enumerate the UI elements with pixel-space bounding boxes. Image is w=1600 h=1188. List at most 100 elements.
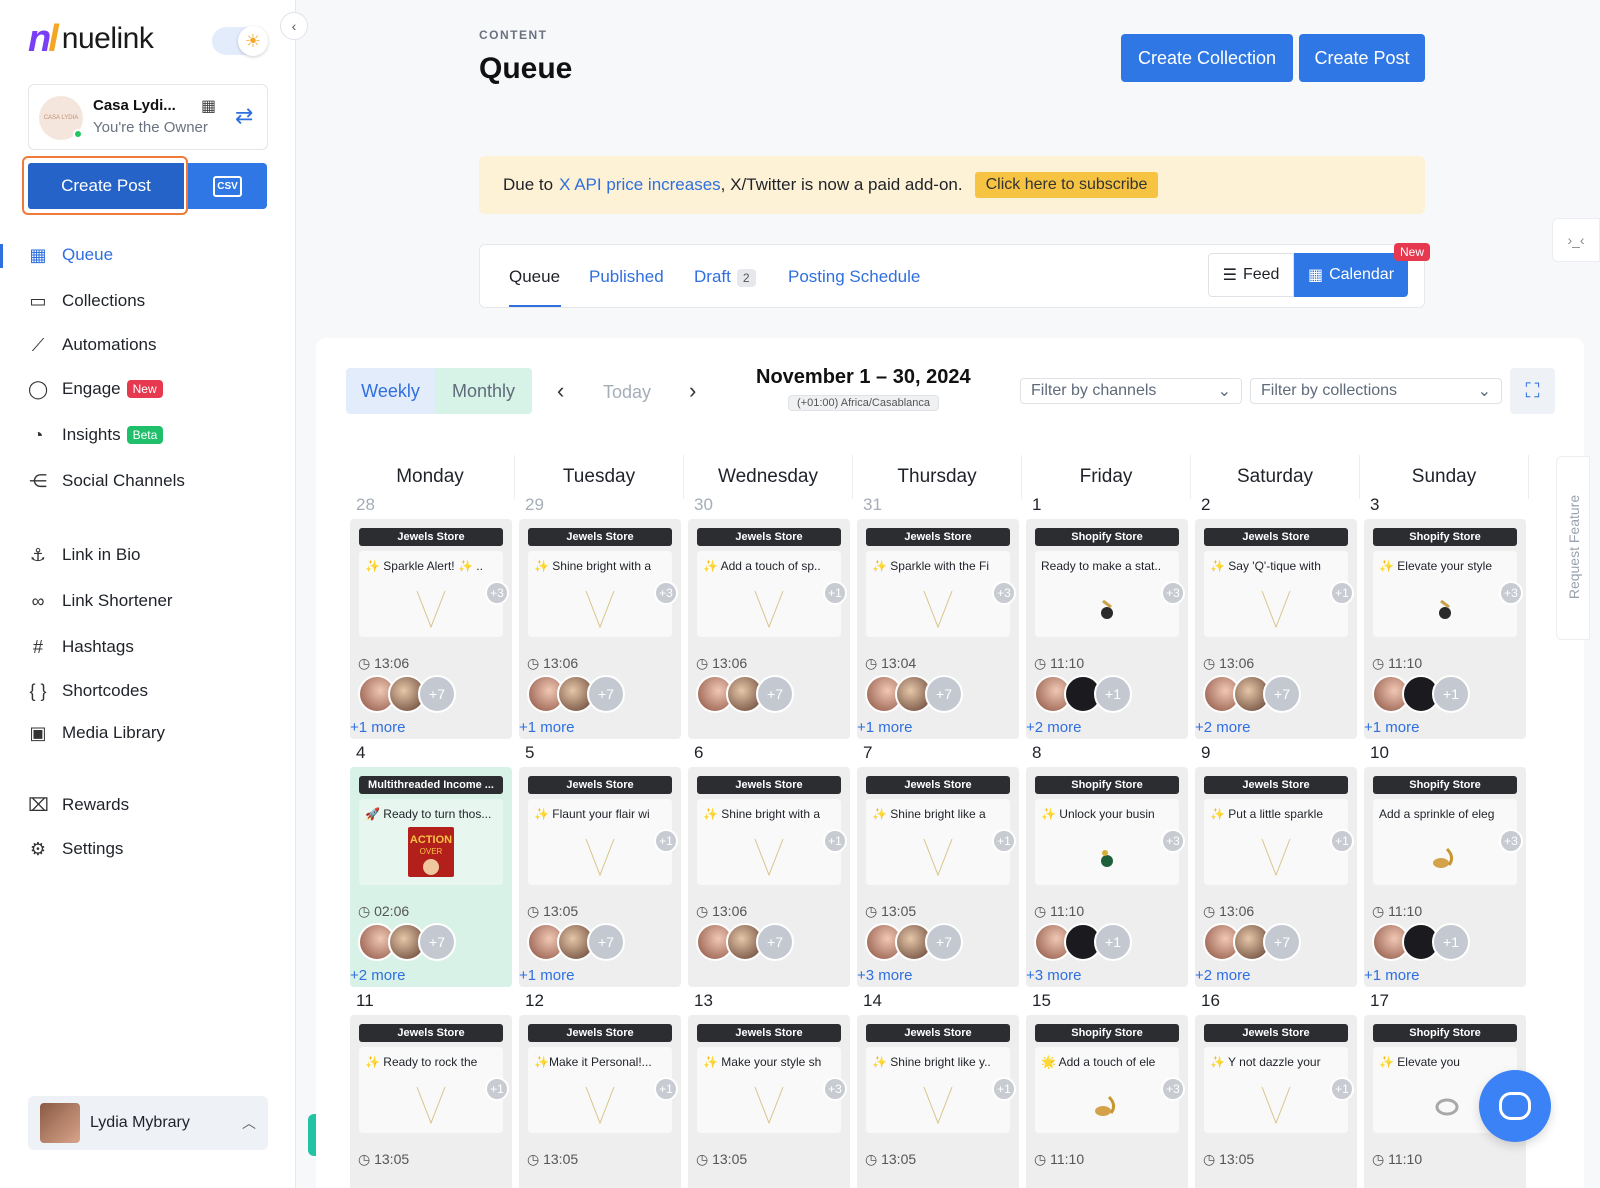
post-time-value: 13:05 [712, 1151, 748, 1167]
subscribe-button[interactable]: Click here to subscribe [974, 172, 1159, 198]
more-posts-link[interactable]: +2 more [1195, 967, 1250, 984]
day-header-sunday: Sunday [1360, 455, 1529, 499]
calendar-view-button[interactable]: ▦ Calendar [1294, 253, 1408, 297]
more-posts-link[interactable]: +1 more [1364, 967, 1419, 984]
sidebar-item-shortcodes[interactable]: { } Shortcodes [28, 676, 148, 706]
post-card[interactable]: Jewels Store ✨ Shine bright like a +1 ◷ 13:… [857, 767, 1019, 987]
post-card[interactable]: Jewels Store ✨ Shine bright like y.. +1 ◷ 1… [857, 1015, 1019, 1188]
more-channels-count: +7 [418, 923, 456, 961]
active-nav-indicator [0, 244, 3, 268]
post-card[interactable]: Jewels Store ✨Make it Personal!... +1 ◷ 13:… [519, 1015, 681, 1188]
post-card[interactable]: Shopify Store 🌟 Add a touch of ele +3 ◷ 11:… [1026, 1015, 1188, 1188]
sidebar-item-link-shortener[interactable]: ∞ Link Shortener [28, 586, 173, 616]
more-posts-link[interactable]: +2 more [1026, 719, 1081, 736]
post-card[interactable]: Jewels Store ✨ Flaunt your flair wi +1 ◷ 13… [519, 767, 681, 987]
theme-toggle[interactable]: ☀ [212, 26, 268, 56]
post-caption: ✨ Shine bright with a [703, 807, 820, 821]
today-button[interactable]: Today [603, 382, 651, 403]
feed-view-button[interactable]: ☰ Feed [1208, 253, 1294, 297]
post-preview: ✨ Sparkle Alert! ✨ .. +3 [359, 551, 509, 637]
create-collection-button[interactable]: Create Collection [1121, 34, 1293, 82]
switch-account-icon[interactable]: ⇄ [235, 103, 253, 129]
tab-draft-label: Draft [694, 267, 731, 286]
timezone-badge: (+01:00) Africa/Casablanca [788, 395, 939, 411]
channel-avatars: +7 [358, 923, 456, 961]
post-time: ◷ 13:04 [865, 655, 917, 671]
more-posts-link[interactable]: +1 more [519, 719, 574, 736]
post-card[interactable]: Jewels Store ✨ Say 'Q'-tique with +1 ◷ 13:0… [1195, 519, 1357, 739]
account-switcher[interactable]: CASA LYDIA Casa Lydi... ▦ You're the Own… [28, 84, 268, 150]
next-period-button[interactable]: › [689, 378, 696, 404]
twitter-addon-banner: Due to X API price increases, X/Twitter … [479, 156, 1425, 214]
post-card[interactable]: Jewels Store ✨ Make your style sh +3 ◷ 13:0… [688, 1015, 850, 1188]
post-card[interactable]: Shopify Store ✨ Elevate your style +3 ◷ 11:… [1364, 519, 1526, 739]
sidebar-item-label: Rewards [62, 795, 130, 814]
more-posts-link[interactable]: +1 more [519, 967, 574, 984]
post-card[interactable]: Shopify Store ✨ Unlock your busin +3 ◷ 11:1… [1026, 767, 1188, 987]
sidebar-item-queue[interactable]: ▦ Queue [28, 240, 113, 270]
sidebar-create-post-button[interactable]: Create Post [28, 163, 184, 209]
code-icon[interactable]: ›_‹ [1552, 218, 1600, 262]
request-feature-tab[interactable]: Request Feature [1556, 456, 1590, 640]
sidebar-item-settings[interactable]: ⚙ Settings [28, 834, 124, 864]
calendar-label: Calendar [1329, 266, 1395, 283]
post-card[interactable]: Jewels Store ✨ Sparkle with the Fi +3 ◷ 13:… [857, 519, 1019, 739]
more-channels-count: +1 [1432, 923, 1470, 961]
prev-period-button[interactable]: ‹ [557, 378, 564, 404]
monthly-view-button[interactable]: Monthly [435, 368, 532, 414]
post-card[interactable]: Shopify Store Add a sprinkle of eleg +3 ◷ 1… [1364, 767, 1526, 987]
more-posts-link[interactable]: +2 more [1195, 719, 1250, 736]
post-card[interactable]: Jewels Store ✨ Y not dazzle your +1 ◷ 13:05 [1195, 1015, 1357, 1188]
sidebar-item-automations[interactable]: ⟋ Automations [28, 330, 157, 360]
post-card[interactable]: Multithreaded Income ... 🚀 Ready to turn … [350, 767, 512, 987]
sidebar-item-social-channels[interactable]: ⋲ Social Channels [28, 466, 185, 496]
x-api-link[interactable]: X API price increases [559, 175, 721, 195]
fullscreen-icon[interactable]: ⛶ [1510, 368, 1555, 414]
user-menu[interactable]: Lydia Mybrary ︿ [28, 1096, 268, 1150]
post-card[interactable]: Jewels Store ✨ Sparkle Alert! ✨ .. +3 ◷ 13:… [350, 519, 512, 739]
chat-support-button[interactable] [1479, 1070, 1551, 1142]
collapse-sidebar-button[interactable]: ‹ [280, 12, 308, 40]
post-card[interactable]: Jewels Store ✨ Ready to rock the +1 ◷ 13:05 [350, 1015, 512, 1188]
tab-posting-schedule[interactable]: Posting Schedule [788, 267, 920, 287]
post-caption: ✨ Sparkle with the Fi [872, 559, 989, 573]
tab-draft[interactable]: Draft 2 [694, 267, 756, 287]
sidebar-item-link-in-bio[interactable]: ⚓ Link in Bio [28, 540, 141, 570]
sidebar-item-collections[interactable]: ▭ Collections [28, 286, 145, 316]
sidebar-item-rewards[interactable]: ⌧ Rewards [28, 790, 129, 820]
sidebar-item-label: Engage [62, 379, 121, 398]
more-posts-link[interactable]: +2 more [350, 967, 405, 984]
more-channels-count: +7 [1263, 675, 1301, 713]
calendar-new-badge: New [1394, 243, 1431, 261]
post-caption: ✨ Shine bright like a [872, 807, 986, 821]
filter-collections-select[interactable]: Filter by collections ⌄ [1250, 378, 1502, 404]
post-card[interactable]: Jewels Store ✨ Shine bright with a +1 ◷ 13:… [688, 767, 850, 987]
store-tag: Jewels Store [359, 1024, 503, 1042]
nuelink-logo[interactable]: nl nuelink [28, 16, 154, 62]
more-posts-link[interactable]: +3 more [857, 967, 912, 984]
post-card[interactable]: Shopify Store Ready to make a stat.. +3 ◷ 1… [1026, 519, 1188, 739]
chevron-up-icon: ︿ [242, 1115, 256, 1131]
csv-upload-button[interactable]: CSV [188, 163, 267, 209]
more-posts-link[interactable]: +1 more [1364, 719, 1419, 736]
extra-media-count: +1 [992, 829, 1016, 853]
sidebar-item-hashtags[interactable]: # Hashtags [28, 632, 134, 662]
create-post-button[interactable]: Create Post [1299, 34, 1425, 82]
date-number: 8 [1032, 743, 1042, 762]
date-number: 17 [1370, 991, 1389, 1010]
tab-queue[interactable]: Queue [509, 267, 560, 287]
sidebar-item-engage[interactable]: ◯ Engage New [28, 374, 163, 404]
tab-published[interactable]: Published [589, 267, 664, 287]
sidebar-item-media-library[interactable]: ▣ Media Library [28, 718, 165, 748]
more-posts-link[interactable]: +1 more [350, 719, 405, 736]
post-card[interactable]: Jewels Store ✨ Add a touch of sp.. +1 ◷ 13:… [688, 519, 850, 739]
post-card[interactable]: Jewels Store ✨ Shine bright with a +3 ◷ 13:… [519, 519, 681, 739]
svg-text:ACTION: ACTION [410, 834, 452, 846]
more-posts-link[interactable]: +3 more [1026, 967, 1081, 984]
online-status-dot [73, 129, 83, 139]
more-posts-link[interactable]: +1 more [857, 719, 912, 736]
weekly-view-button[interactable]: Weekly [346, 368, 435, 414]
post-card[interactable]: Jewels Store ✨ Put a little sparkle +1 ◷ 13… [1195, 767, 1357, 987]
sidebar-item-insights[interactable]: ◔ Insights Beta [28, 420, 164, 450]
filter-channels-select[interactable]: Filter by channels ⌄ [1020, 378, 1242, 404]
